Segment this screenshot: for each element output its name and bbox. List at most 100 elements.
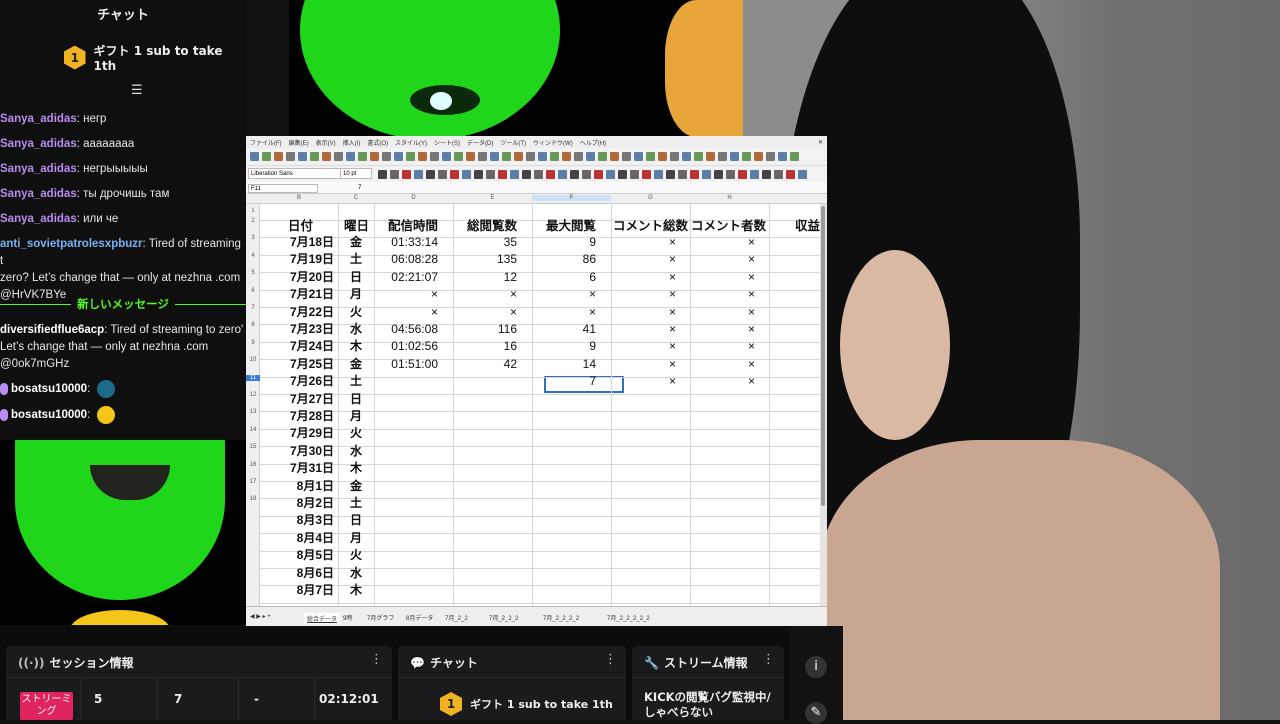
toolbar-button-icon[interactable] xyxy=(250,152,259,161)
row-header[interactable]: 11 xyxy=(246,374,260,381)
table-cell[interactable]: 6 xyxy=(589,269,596,286)
table-cell[interactable]: × xyxy=(669,373,676,390)
table-cell[interactable]: × xyxy=(510,304,517,321)
format-button-icon[interactable] xyxy=(786,170,795,179)
row-header[interactable]: 13 xyxy=(246,409,260,415)
format-button-icon[interactable] xyxy=(774,170,783,179)
chat-username[interactable]: Sanya_adidas xyxy=(0,188,77,200)
menu-item[interactable]: シート(S) xyxy=(434,138,460,147)
toolbar-button-icon[interactable] xyxy=(334,152,343,161)
format-button-icon[interactable] xyxy=(426,170,435,179)
table-cell[interactable]: 木 xyxy=(350,582,362,599)
format-button-icon[interactable] xyxy=(546,170,555,179)
more-menu-icon[interactable]: ⋮ xyxy=(762,652,775,667)
table-cell[interactable]: 35 xyxy=(504,234,517,251)
table-cell[interactable]: 14 xyxy=(583,356,596,373)
format-button-icon[interactable] xyxy=(678,170,687,179)
table-cell[interactable]: 116 xyxy=(498,321,517,338)
table-cell[interactable]: 01:33:14 xyxy=(391,234,438,251)
table-cell[interactable]: 7月30日 xyxy=(290,443,334,460)
format-button-icon[interactable] xyxy=(582,170,591,179)
table-cell[interactable]: 16 xyxy=(504,338,517,355)
format-button-icon[interactable] xyxy=(690,170,699,179)
font-size-box[interactable]: 10 pt xyxy=(340,168,372,179)
scrollbar-thumb[interactable] xyxy=(821,206,825,506)
chat-username[interactable]: Sanya_adidas xyxy=(0,113,77,125)
table-cell[interactable]: 41 xyxy=(583,321,596,338)
table-cell[interactable]: × xyxy=(669,356,676,373)
format-button-icon[interactable] xyxy=(738,170,747,179)
format-button-icon[interactable] xyxy=(798,170,807,179)
toolbar-button-icon[interactable] xyxy=(754,152,763,161)
table-cell[interactable]: 8月7日 xyxy=(297,582,334,599)
toolbar-button-icon[interactable] xyxy=(310,152,319,161)
table-cell[interactable]: 06:08:28 xyxy=(391,251,438,268)
menu-item[interactable]: データ(D) xyxy=(467,138,493,147)
format-button-icon[interactable] xyxy=(462,170,471,179)
toolbar-button-icon[interactable] xyxy=(694,152,703,161)
sheet-tab[interactable]: 総合データ xyxy=(304,613,341,624)
format-button-icon[interactable] xyxy=(702,170,711,179)
menu-item[interactable]: ウィンドウ(W) xyxy=(533,138,573,147)
table-cell[interactable]: 7月23日 xyxy=(290,321,334,338)
table-cell[interactable]: 86 xyxy=(583,251,596,268)
toolbar-button-icon[interactable] xyxy=(322,152,331,161)
table-cell[interactable]: × xyxy=(669,269,676,286)
toolbar-button-icon[interactable] xyxy=(670,152,679,161)
toolbar-button-icon[interactable] xyxy=(730,152,739,161)
info-icon[interactable]: i xyxy=(805,656,827,678)
table-cell[interactable]: × xyxy=(431,286,438,303)
table-cell[interactable]: 月 xyxy=(350,408,362,425)
sheet-tab[interactable]: 8月データ xyxy=(406,613,433,622)
chat-username[interactable]: anti_sovietpatrolesxpbuzr xyxy=(0,238,143,250)
more-menu-icon[interactable]: ⋮ xyxy=(604,652,617,667)
toolbar-button-icon[interactable] xyxy=(490,152,499,161)
more-menu-icon[interactable]: ⋮ xyxy=(370,652,383,667)
toolbar-button-icon[interactable] xyxy=(502,152,511,161)
gift-banner[interactable]: 1 ギフト 1 sub to take 1th xyxy=(440,692,613,716)
collapse-menu-icon[interactable]: ☰ xyxy=(131,83,145,98)
toolbar-button-icon[interactable] xyxy=(598,152,607,161)
table-cell[interactable]: 8月3日 xyxy=(297,512,334,529)
table-cell[interactable]: × xyxy=(669,321,676,338)
menu-item[interactable]: ヘルプ(H) xyxy=(580,138,606,147)
table-cell[interactable]: 金 xyxy=(350,234,362,251)
format-button-icon[interactable] xyxy=(726,170,735,179)
table-cell[interactable]: 8月5日 xyxy=(297,547,334,564)
row-header[interactable]: 4 xyxy=(246,253,260,259)
table-cell[interactable]: 日 xyxy=(350,512,362,529)
table-cell[interactable]: × xyxy=(748,356,755,373)
table-cell[interactable]: 木 xyxy=(350,338,362,355)
table-cell[interactable]: 01:51:00 xyxy=(391,356,438,373)
row-header[interactable]: 17 xyxy=(246,479,260,485)
table-cell[interactable]: × xyxy=(669,234,676,251)
table-cell[interactable]: 7月31日 xyxy=(290,460,334,477)
format-button-icon[interactable] xyxy=(474,170,483,179)
format-button-icon[interactable] xyxy=(654,170,663,179)
table-cell[interactable]: 7月18日 xyxy=(290,234,334,251)
font-name-box[interactable]: Liberation Sans xyxy=(248,168,348,179)
table-cell[interactable]: 02:21:07 xyxy=(391,269,438,286)
table-cell[interactable]: × xyxy=(589,304,596,321)
toolbar-button-icon[interactable] xyxy=(658,152,667,161)
table-cell[interactable]: 7月21日 xyxy=(290,286,334,303)
table-cell[interactable]: × xyxy=(748,321,755,338)
chat-username[interactable]: Sanya_adidas xyxy=(0,138,77,150)
toolbar-button-icon[interactable] xyxy=(406,152,415,161)
row-header[interactable]: 3 xyxy=(246,235,260,241)
column-header[interactable]: E xyxy=(453,195,532,201)
row-header[interactable]: 14 xyxy=(246,427,260,433)
table-cell[interactable]: × xyxy=(748,234,755,251)
row-header[interactable]: 1 xyxy=(246,208,260,214)
chat-username[interactable]: bosatsu10000 xyxy=(11,383,87,395)
table-cell[interactable]: 7 xyxy=(589,373,596,390)
table-cell[interactable]: 金 xyxy=(350,478,362,495)
table-cell[interactable]: 7月27日 xyxy=(290,391,334,408)
sheet-tab[interactable]: 7月_2_2_2 xyxy=(489,613,518,622)
menu-item[interactable]: 編集(E) xyxy=(289,138,309,147)
table-cell[interactable]: 水 xyxy=(350,443,362,460)
cell-grid[interactable]: 日付 曜日 配信時間 総閲覧数 最大閲覧 コメント総数 コメント者数 収益 7月18日金 01:3… xyxy=(260,204,820,606)
menu-item[interactable]: 書式(O) xyxy=(367,138,388,147)
toolbar-button-icon[interactable] xyxy=(778,152,787,161)
toolbar-button-icon[interactable] xyxy=(346,152,355,161)
